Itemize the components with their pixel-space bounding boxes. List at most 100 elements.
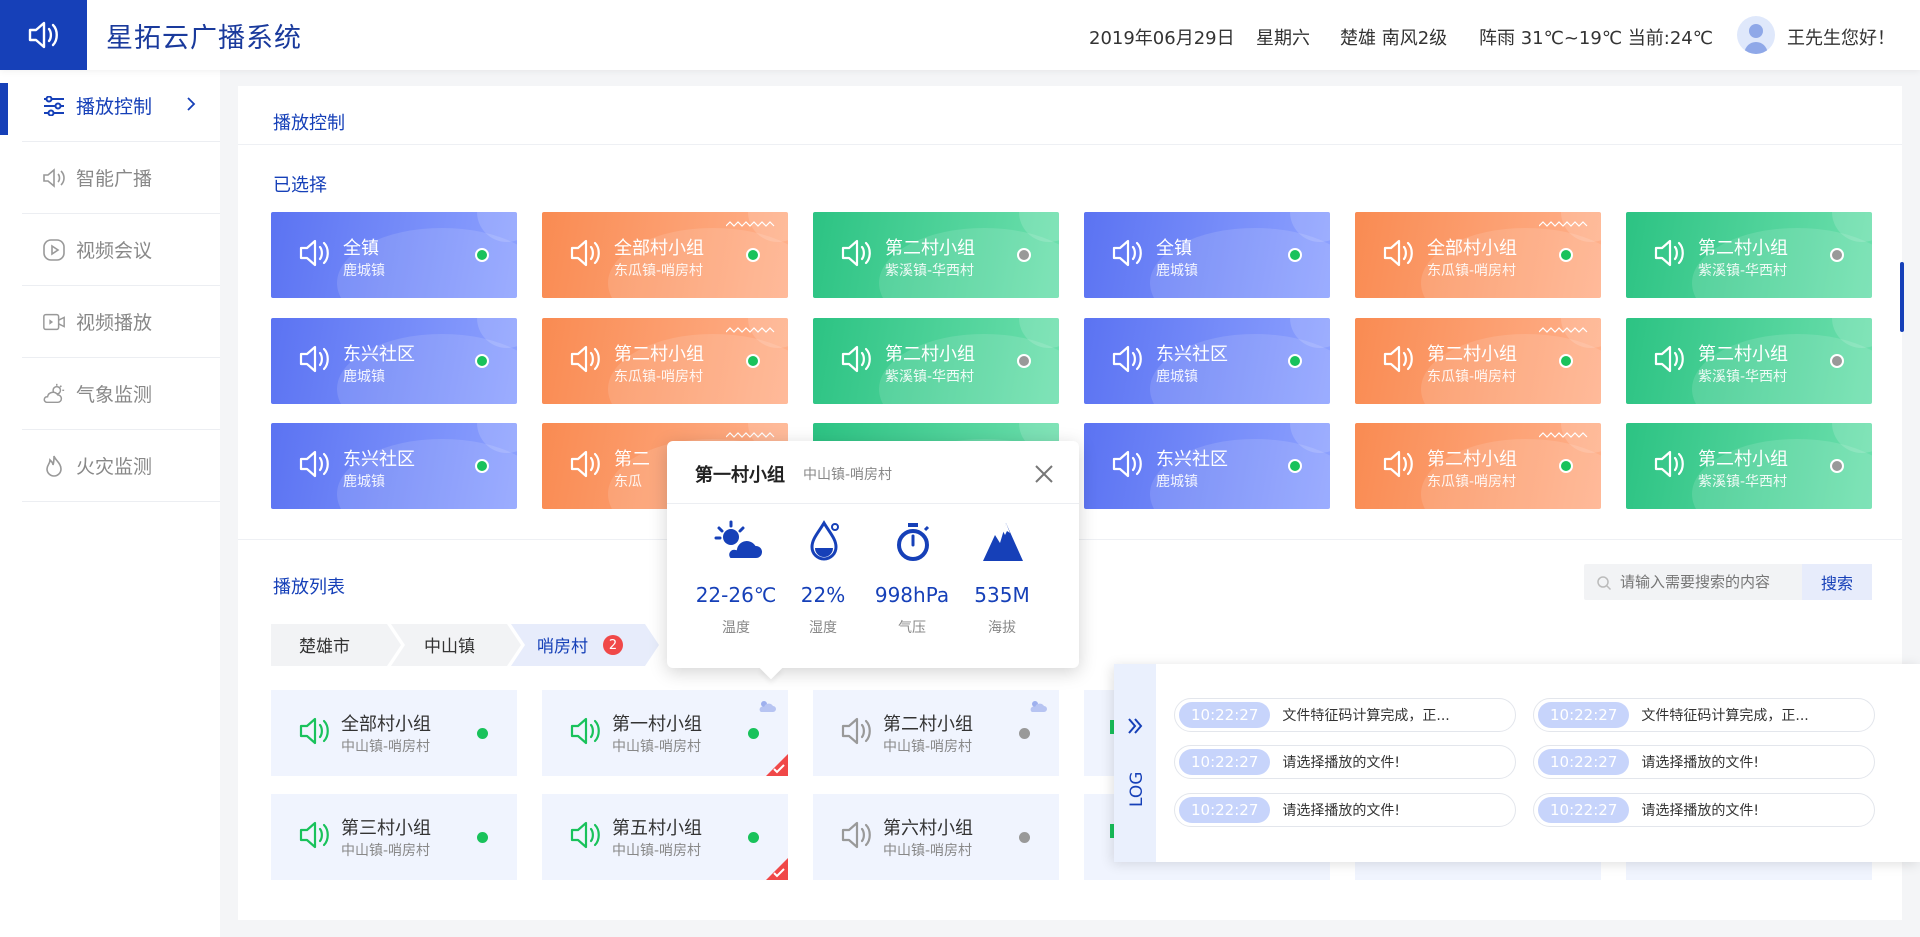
user-greeting[interactable]: 王先生您好！: [1787, 24, 1895, 50]
avatar[interactable]: [1737, 16, 1775, 54]
sidebar-item-weather-monitor[interactable]: 气象监测: [22, 358, 220, 430]
speaker-icon: [570, 345, 600, 373]
log-time: 10:22:27: [1179, 797, 1271, 823]
log-time: 10:22:27: [1179, 702, 1271, 728]
station-location: 东瓜镇-哨房村: [614, 263, 704, 279]
selected-station-card[interactable]: 全镇 鹿城镇: [1084, 212, 1330, 298]
speaker-icon: [570, 450, 600, 478]
search-button[interactable]: 搜索: [1802, 564, 1872, 600]
selected-station-card[interactable]: 第二村小组 东瓜镇-哨房村: [1355, 423, 1601, 509]
status-dot: [1830, 248, 1844, 262]
station-location: 紫溪镇-华西村: [885, 369, 975, 385]
log-entry: 10:22:27 请选择播放的文件!: [1174, 745, 1516, 779]
playlist-title: 播放列表: [273, 577, 345, 598]
selected-station-card[interactable]: 东兴社区 鹿城镇: [271, 423, 517, 509]
sidebar-item-label: 播放控制: [76, 96, 153, 118]
sidebar-item-fire-monitor[interactable]: 火灾监测: [22, 430, 220, 502]
temperature-value: 22-26℃: [695, 583, 777, 607]
status-dot: [1288, 459, 1302, 473]
selected-station-card[interactable]: 第二村小组 东瓜镇-哨房村: [542, 318, 788, 404]
station-name: 全镇: [1156, 238, 1192, 259]
station-location: 鹿城镇: [1156, 263, 1198, 279]
speaker-icon: [1654, 239, 1684, 267]
weather-icon: [42, 382, 66, 406]
playlist-station-card[interactable]: 第五村小组 中山镇-哨房村: [542, 794, 788, 880]
status-dot: [475, 248, 489, 262]
status-dot: [475, 459, 489, 473]
sidebar-item-video-playback[interactable]: 视频播放: [22, 286, 220, 358]
selected-station-card[interactable]: 第二村小组 紫溪镇-华西村: [813, 318, 1059, 404]
speaker-icon: [299, 239, 329, 267]
playlist-station-card[interactable]: 第六村小组 中山镇-哨房村: [813, 794, 1059, 880]
sidebar-item-label: 气象监测: [76, 384, 153, 406]
close-icon[interactable]: [1031, 461, 1057, 487]
log-time: 10:22:27: [1179, 749, 1271, 775]
breadcrumb-item-zhongshan[interactable]: 中山镇: [424, 624, 475, 664]
speaker-icon: [841, 239, 871, 267]
log-message: 文件特征码计算完成，正...: [1282, 708, 1450, 724]
sidebar-item-video-conference[interactable]: 视频会议: [22, 214, 220, 286]
partly-cloudy-icon: [714, 520, 764, 560]
playlist-station-card[interactable]: 全部村小组中山镇-哨房村: [271, 690, 517, 776]
playlist-station-card[interactable]: 第一村小组 中山镇-哨房村: [542, 690, 788, 776]
station-location: 鹿城镇: [343, 263, 385, 279]
cloud-icon: [759, 701, 776, 712]
log-toggle[interactable]: LOG: [1114, 664, 1156, 862]
station-name: 第三村小组: [341, 818, 431, 839]
breadcrumb-item-chuxiong[interactable]: 楚雄市: [299, 624, 350, 664]
station-location: 中山镇-哨房村: [341, 739, 431, 755]
selected-station-card[interactable]: 全部村小组 东瓜镇-哨房村: [1355, 212, 1601, 298]
checked-corner-icon: [766, 754, 788, 776]
station-location: 紫溪镇-华西村: [885, 263, 975, 279]
log-label: LOG: [1127, 771, 1147, 807]
play-circle-icon: [42, 238, 66, 262]
speaker-icon: [1383, 450, 1413, 478]
status-dot: [1288, 248, 1302, 262]
log-message: 请选择播放的文件!: [1641, 803, 1759, 819]
scrollbar-thumb[interactable]: [1900, 262, 1904, 332]
selected-station-card[interactable]: 第二村小组 紫溪镇-华西村: [813, 212, 1059, 298]
log-entry: 10:22:27 请选择播放的文件!: [1174, 793, 1516, 827]
selected-station-card[interactable]: 第二村小组 紫溪镇-华西村: [1626, 423, 1872, 509]
selected-station-card[interactable]: 第二村小组 东瓜镇-哨房村: [1355, 318, 1601, 404]
speaker-icon: [570, 717, 600, 745]
station-location: 中山镇-哨房村: [612, 843, 702, 859]
wave-icon: [1539, 327, 1588, 333]
station-name: 东兴社区: [1156, 449, 1228, 470]
selected-station-card[interactable]: 第二村小组 紫溪镇-华西村: [1626, 318, 1872, 404]
breadcrumb-item-shaofang[interactable]: 哨房村: [537, 624, 588, 664]
search-input[interactable]: [1584, 564, 1802, 600]
status-dot: [746, 354, 760, 368]
speaker-icon: [570, 239, 600, 267]
checked-corner-icon: [766, 858, 788, 880]
speaker-icon: [1654, 450, 1684, 478]
logo[interactable]: [0, 0, 87, 70]
selected-station-card[interactable]: 第二村小组 紫溪镇-华西村: [1626, 212, 1872, 298]
popup-subtitle: 中山镇-哨房村: [803, 467, 893, 483]
station-name: 全镇: [343, 238, 379, 259]
station-location: 鹿城镇: [1156, 474, 1198, 490]
station-weather-popup: 第一村小组 中山镇-哨房村 22-26℃ 温度 22% 湿度 998hPa 气压: [667, 441, 1079, 668]
playlist-station-card[interactable]: 第二村小组 中山镇-哨房村: [813, 690, 1059, 776]
station-location: 东瓜镇-哨房村: [614, 369, 704, 385]
speaker-icon: [841, 345, 871, 373]
speaker-icon: [299, 821, 329, 849]
selected-station-card[interactable]: 全镇 鹿城镇: [271, 212, 517, 298]
station-location: 东瓜镇-哨房村: [1427, 369, 1517, 385]
status-dot: [1830, 459, 1844, 473]
sidebar-item-smart-broadcast[interactable]: 智能广播: [22, 142, 220, 214]
playlist-station-card[interactable]: 第三村小组 中山镇-哨房村: [271, 794, 517, 880]
selected-station-card[interactable]: 东兴社区 鹿城镇: [271, 318, 517, 404]
selected-station-card[interactable]: 全部村小组 东瓜镇-哨房村: [542, 212, 788, 298]
speaker-icon: [1112, 345, 1142, 373]
log-message: 请选择播放的文件!: [1282, 803, 1400, 819]
selected-station-card[interactable]: 东兴社区 鹿城镇: [1084, 318, 1330, 404]
station-name: 全部村小组: [341, 714, 431, 735]
double-chevron-right-icon: [1128, 718, 1143, 734]
selected-station-card[interactable]: 东兴社区 鹿城镇: [1084, 423, 1330, 509]
user-avatar-icon: [1744, 24, 1768, 54]
altitude-value: 535M: [974, 583, 1030, 607]
sidebar-item-label: 智能广播: [76, 168, 153, 190]
top-header: 星拓云广播系统 2019年06月29日 星期六 楚雄 南风2级 阵雨 31℃~1…: [0, 0, 1920, 70]
sidebar-item-playback-control[interactable]: 播放控制: [22, 70, 220, 142]
